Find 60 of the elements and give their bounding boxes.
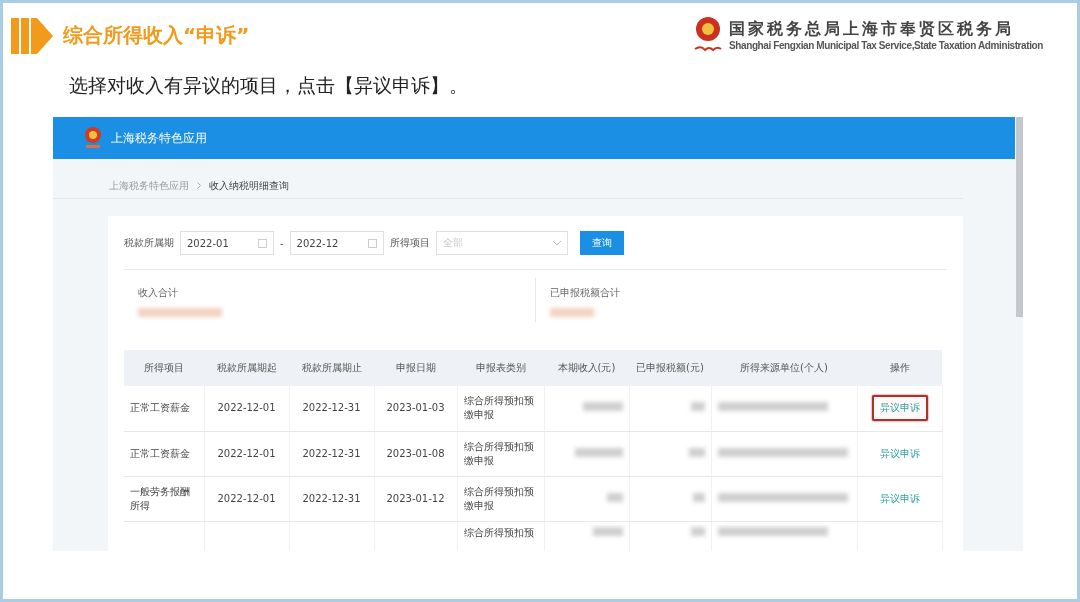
period-label: 税款所属期	[124, 236, 174, 250]
caret-icon	[552, 240, 561, 246]
column-header: 操作	[857, 350, 942, 386]
item-label: 所得项目	[389, 236, 430, 250]
slide-title: 综合所得收入“申诉”	[63, 21, 250, 49]
table-cell: 综合所得预扣预缴申报	[457, 386, 544, 431]
emblem-icon	[83, 126, 103, 150]
appeal-link[interactable]: 异议申诉	[879, 446, 920, 461]
org-name: 国家税务总局上海市奉贤区税务局	[729, 19, 1016, 40]
table-cell: 综合所得预扣预缴申报	[457, 431, 544, 476]
breadcrumb-link[interactable]: 收入纳税明细查询	[209, 178, 289, 193]
blurred-value	[550, 308, 594, 317]
table-cell: 2023-01-08	[374, 431, 457, 476]
table-cell: 正常工资薪金	[124, 431, 204, 476]
summary-label: 收入合计	[138, 286, 179, 300]
appeal-link[interactable]: 异议申诉	[879, 491, 920, 506]
table-cell: 2022-12-01	[204, 476, 289, 521]
column-header: 申报表类别	[457, 350, 544, 386]
table-cell: 2023-01-03	[374, 386, 457, 431]
summary-label: 已申报税额合计	[550, 286, 621, 300]
table-cell: 2022-12-31	[289, 431, 374, 476]
calendar-icon	[258, 238, 267, 248]
date-field[interactable]: 2022-12	[289, 231, 384, 255]
blurred-value	[690, 402, 705, 412]
column-header: 已申报税额(元)	[629, 350, 711, 386]
blurred-value	[690, 526, 705, 536]
table-cell: 2023-01-12	[374, 476, 457, 521]
scrollbar[interactable]	[1016, 117, 1023, 317]
table-cell: 正常工资薪金	[124, 386, 204, 431]
date-field[interactable]: 2022-01	[180, 231, 274, 255]
calendar-icon	[367, 238, 377, 248]
appeal-link[interactable]: 异议申诉	[871, 395, 928, 422]
query-button[interactable]: 查询	[579, 231, 624, 255]
org-name-english: Shanghai Fengxian Municipal Tax Service,State Taxation Administration	[729, 40, 1043, 51]
blurred-value	[688, 447, 705, 457]
blurred-value	[582, 402, 623, 412]
column-header: 申报日期	[374, 350, 457, 386]
arrow-icon	[11, 16, 55, 56]
table-cell: 2022-12-01	[204, 431, 289, 476]
table-cell: 2022-12-01	[204, 386, 289, 431]
emblem-drawing	[693, 16, 724, 54]
column-header: 所得项目	[124, 350, 204, 386]
breadcrumb-link[interactable]: 上海税务特色应用	[109, 178, 189, 193]
chevron-icon	[197, 182, 201, 189]
column-header: 税款所属期止	[289, 350, 374, 386]
column-header: 所得来源单位(个人)	[711, 350, 857, 386]
range-separator: -	[280, 237, 284, 249]
blurred-value	[606, 492, 623, 502]
table-cell: 一般劳务报酬所得	[124, 476, 204, 521]
table-cell: 综合所得预扣预	[457, 521, 544, 551]
column-header: 税款所属期起	[204, 350, 289, 386]
blurred-value	[692, 492, 705, 502]
table-cell: 2022-12-31	[289, 386, 374, 431]
instruction-text: 选择对收入有异议的项目，点击【异议申诉】。	[69, 73, 469, 98]
app-title: 上海税务特色应用	[111, 129, 207, 147]
column-header: 本期收入(元)	[544, 350, 629, 386]
blurred-value	[592, 526, 623, 536]
table-cell: 2022-12-31	[289, 476, 374, 521]
blurred-value	[574, 447, 623, 457]
table-cell: 综合所得预扣预缴申报	[457, 476, 544, 521]
